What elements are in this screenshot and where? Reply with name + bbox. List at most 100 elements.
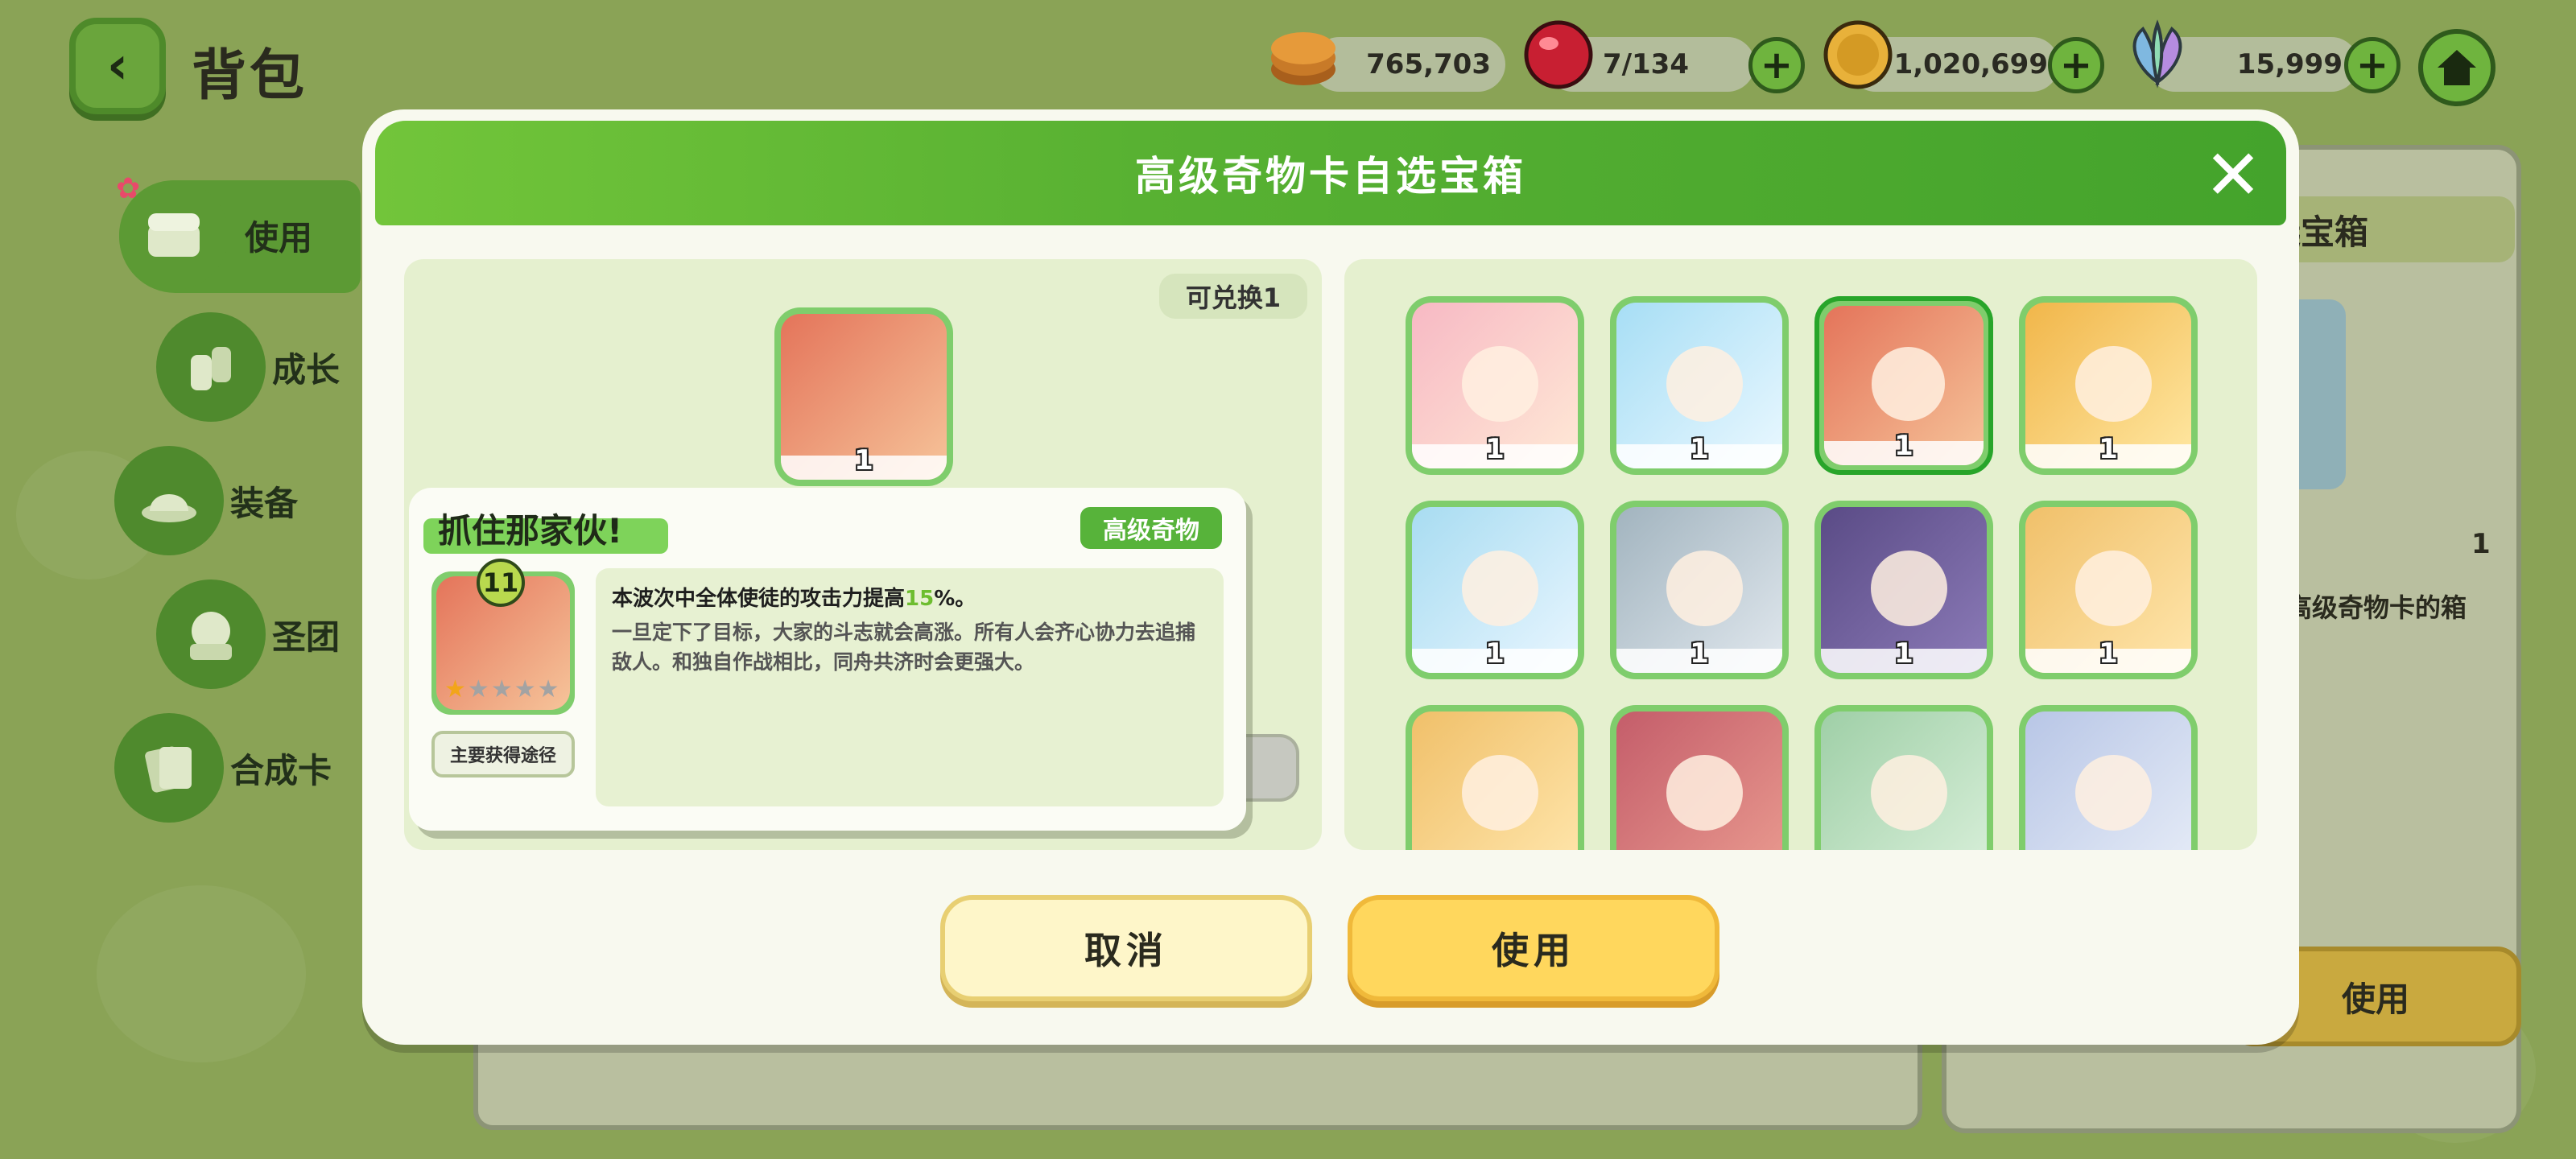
card-art: 1 bbox=[1824, 306, 1984, 465]
modal-header: 高级奇物卡自选宝箱 bbox=[375, 121, 2286, 225]
star-filled-icon: ★ bbox=[444, 675, 466, 703]
card-art: 1 bbox=[1412, 507, 1578, 673]
character-face bbox=[1461, 754, 1538, 831]
close-button[interactable]: ✕ bbox=[2199, 135, 2267, 216]
back-button[interactable]: ‹ bbox=[69, 18, 166, 114]
pancake-icon bbox=[1271, 32, 1335, 85]
card-grid-panel[interactable]: 1 1 1 1 1 1 1 1 bbox=[1344, 259, 2257, 850]
effect-text: 本波次中全体使徒的攻击力提高15%。 bbox=[612, 587, 976, 611]
card-count: 1 bbox=[854, 444, 873, 476]
character-face bbox=[1666, 754, 1743, 831]
card-slot-gold-coin[interactable]: 1 bbox=[1610, 501, 1789, 679]
card-slot-braid-girl[interactable]: 1 bbox=[2019, 501, 2198, 679]
card-count: 1 bbox=[2099, 433, 2118, 465]
gold-coin-icon bbox=[1823, 20, 1893, 89]
card-slot-bear-girl[interactable]: 1 bbox=[1406, 501, 1584, 679]
rarity-badge: 高级奇物 bbox=[1080, 507, 1222, 549]
effect-value: 15 bbox=[905, 587, 935, 611]
sidebar-item-growth[interactable]: 成长 bbox=[156, 312, 340, 422]
home-icon bbox=[2438, 50, 2476, 85]
cancel-button[interactable]: 取消 bbox=[940, 895, 1312, 1001]
acquisition-source-button[interactable]: 主要获得途径 bbox=[431, 731, 575, 777]
card-art bbox=[1616, 711, 1782, 850]
sidebar-item-use[interactable]: 使用 bbox=[119, 180, 312, 290]
character-face bbox=[1461, 550, 1538, 627]
card-slot-red-pill[interactable]: 1 bbox=[1406, 296, 1584, 475]
card-art: 1 bbox=[1616, 507, 1782, 673]
flower-badge-icon: ✿ bbox=[116, 172, 141, 205]
star-empty-icon: ★ bbox=[537, 675, 559, 703]
card-art: 1 bbox=[1412, 303, 1578, 468]
chevron-left-icon: ‹ bbox=[106, 36, 129, 96]
card-count: 1 bbox=[1690, 637, 1709, 670]
add-red-gem-button[interactable]: + bbox=[1748, 37, 1805, 93]
star-empty-icon: ★ bbox=[490, 675, 513, 703]
card-count: 1 bbox=[2099, 637, 2118, 670]
bottle-icon bbox=[156, 312, 266, 422]
add-gold-button[interactable]: + bbox=[2048, 37, 2104, 93]
character-face bbox=[1870, 550, 1947, 627]
detail-count: 1 bbox=[2471, 528, 2491, 560]
tooltip-card-name: 抓住那家伙! bbox=[438, 511, 623, 551]
home-button[interactable] bbox=[2418, 29, 2496, 106]
card-slot-dark-hair[interactable] bbox=[2019, 705, 2198, 850]
character-face bbox=[1461, 345, 1538, 423]
character-face bbox=[1870, 754, 1947, 831]
sidebar-item-guild[interactable]: 圣团 bbox=[156, 580, 340, 689]
character-face bbox=[1872, 347, 1946, 421]
card-art: 1 bbox=[2025, 507, 2191, 673]
sidebar-item-label: 使用 bbox=[245, 217, 313, 258]
star-empty-icon: ★ bbox=[467, 675, 489, 703]
use-button[interactable]: 使用 bbox=[1348, 895, 1719, 1001]
star-empty-icon: ★ bbox=[514, 675, 536, 703]
card-art: 1 bbox=[781, 314, 947, 480]
card-slot-silver-hair[interactable]: 1 bbox=[1814, 501, 1993, 679]
card-art bbox=[1412, 711, 1578, 850]
card-count: 1 bbox=[1894, 637, 1913, 670]
currency-value: 7/134 bbox=[1602, 48, 1689, 80]
sidebar-item-label: 圣团 bbox=[272, 617, 341, 657]
card-slot-blonde-leader[interactable]: 1 bbox=[2019, 296, 2198, 475]
flavor-text: 一旦定下了目标，大家的斗志就会高涨。所有人会齐心协力去追捕敌人。和独自作战相比，… bbox=[612, 621, 1196, 674]
detail-desc: 高级奇物卡的箱 bbox=[2286, 592, 2467, 623]
bg-pattern bbox=[97, 885, 306, 1062]
character-face bbox=[2074, 345, 2152, 423]
crystal-leaf-icon bbox=[2132, 19, 2182, 89]
card-count: 1 bbox=[1485, 637, 1505, 670]
sidebar-item-label: 合成卡 bbox=[230, 750, 332, 790]
card-slot-shadow-pair[interactable] bbox=[1814, 705, 1993, 850]
character-face bbox=[1666, 345, 1743, 423]
card-art bbox=[2025, 711, 2191, 850]
sidebar-item-equipment[interactable]: 装备 bbox=[114, 446, 298, 555]
emblem-icon bbox=[156, 580, 266, 689]
card-slot-sword-girl[interactable] bbox=[1406, 705, 1584, 850]
sidebar-item-label: 装备 bbox=[230, 483, 299, 523]
star-rating: ★ ★ ★ ★ ★ bbox=[444, 678, 559, 702]
card-count: 1 bbox=[1690, 433, 1709, 465]
scroll-handle[interactable] bbox=[1240, 734, 1299, 802]
add-crystal-button[interactable]: + bbox=[2344, 37, 2401, 93]
red-gem-icon bbox=[1524, 20, 1593, 89]
currency-pancake: 765,703 bbox=[1312, 37, 1505, 92]
card-slot-red-hair[interactable] bbox=[1610, 705, 1789, 850]
redeem-count-badge: 可兑换1 bbox=[1159, 274, 1307, 319]
card-art bbox=[1821, 711, 1987, 850]
selected-card-preview: 1 bbox=[774, 307, 953, 486]
character-face bbox=[2074, 550, 2152, 627]
currency-value: 1,020,699 bbox=[1893, 48, 2048, 80]
currency-value: 15,999 bbox=[2236, 48, 2343, 80]
card-art: 1 bbox=[1821, 507, 1987, 673]
sidebar-item-synth-card[interactable]: 合成卡 bbox=[114, 713, 332, 823]
close-icon: ✕ bbox=[2203, 135, 2263, 216]
card-slot-blue-pill[interactable]: 1 bbox=[1610, 296, 1789, 475]
character-face bbox=[1666, 550, 1743, 627]
card-art: 1 bbox=[1616, 303, 1782, 468]
card-slot-chase[interactable]: 1 bbox=[1814, 296, 1993, 475]
card-level-badge: 11 bbox=[477, 559, 525, 607]
page-title: 背包 bbox=[192, 44, 308, 108]
card-count: 1 bbox=[1894, 430, 1913, 462]
modal-title: 高级奇物卡自选宝箱 bbox=[1135, 153, 1526, 200]
card-icon bbox=[114, 713, 224, 823]
currency-value: 765,703 bbox=[1366, 48, 1491, 80]
character-face bbox=[2074, 754, 2152, 831]
